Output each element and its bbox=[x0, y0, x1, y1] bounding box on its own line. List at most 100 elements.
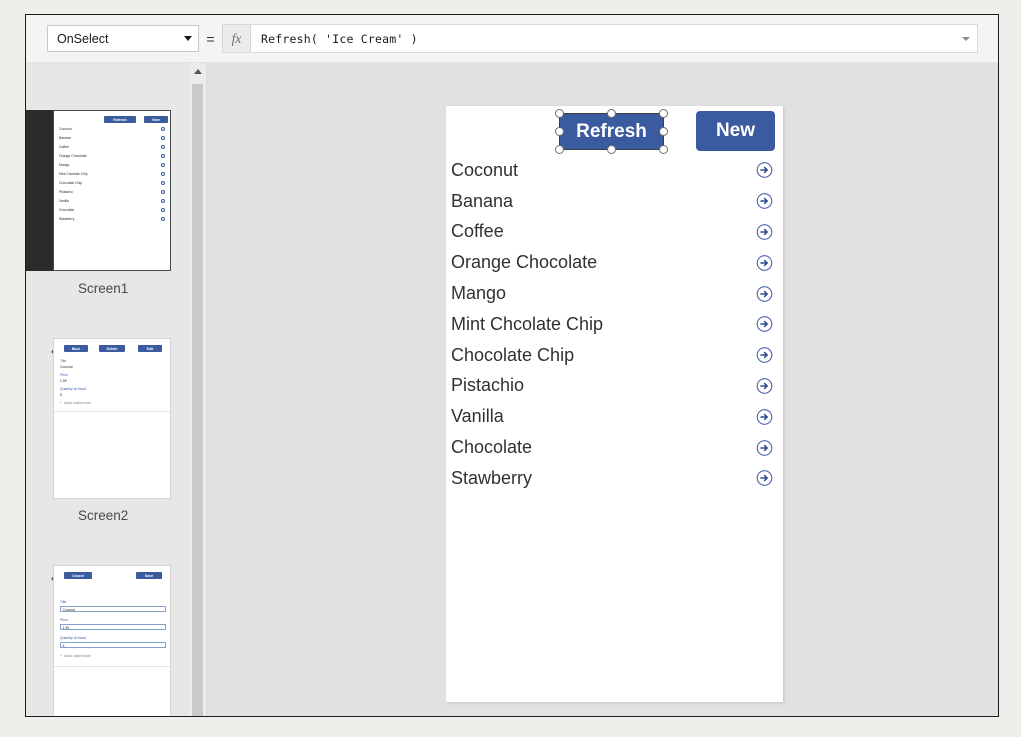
gallery-item-label: Coconut bbox=[451, 159, 519, 180]
mini-arrow-icon bbox=[161, 172, 165, 176]
mini-back-button: Back bbox=[64, 345, 88, 352]
gallery-item-label: Coffee bbox=[451, 221, 504, 242]
scroll-up-button[interactable] bbox=[189, 63, 206, 80]
equals-label: = bbox=[206, 30, 215, 47]
formula-bar: OnSelect = fx Refresh( 'Ice Cream' ) bbox=[26, 15, 998, 63]
resize-handle-bottom-left[interactable] bbox=[555, 145, 564, 154]
gallery-row[interactable]: Stawberry bbox=[446, 463, 783, 494]
mini-list-item: Coffee bbox=[59, 145, 69, 149]
resize-handle-middle-right[interactable] bbox=[659, 127, 668, 136]
mini-field-label: Price bbox=[60, 618, 68, 622]
circle-arrow-right-icon[interactable] bbox=[756, 408, 773, 425]
mini-list-item: Vanilla bbox=[59, 199, 69, 203]
gallery-item-label: Chocolate Chip bbox=[451, 344, 575, 365]
mini-arrow-icon bbox=[161, 199, 165, 203]
mini-arrow-icon bbox=[161, 217, 165, 221]
mini-list-item: Banana bbox=[59, 136, 71, 140]
circle-arrow-right-icon[interactable] bbox=[756, 377, 773, 394]
mini-new-button: New bbox=[144, 116, 168, 123]
mini-divider bbox=[54, 411, 170, 412]
formula-text: Refresh( 'Ice Cream' ) bbox=[261, 31, 418, 46]
gallery: Coconut Banana Coffee Orange Chocolate M… bbox=[446, 155, 783, 702]
property-select-value: OnSelect bbox=[57, 31, 109, 46]
mini-field-value: 1.99 bbox=[60, 379, 67, 383]
mini-arrow-icon bbox=[161, 208, 165, 212]
mini-arrow-icon bbox=[161, 190, 165, 194]
mini-list-item: Chocolate bbox=[59, 208, 75, 212]
mini-refresh-button: Refresh bbox=[104, 116, 136, 123]
mini-list-item: Pistachio bbox=[59, 190, 73, 194]
resize-handle-top-center[interactable] bbox=[607, 109, 616, 118]
mini-field-label: Title bbox=[60, 359, 67, 363]
gallery-item-label: Mint Chcolate Chip bbox=[451, 313, 604, 334]
power-apps-studio-window: OnSelect = fx Refresh( 'Ice Cream' ) •••… bbox=[25, 14, 999, 717]
app-canvas[interactable]: Refresh New Coconut Banana Coffee Orange… bbox=[446, 106, 783, 702]
mini-list-item: Mango bbox=[59, 163, 70, 167]
mini-list-item: Stawberry bbox=[59, 217, 75, 221]
resize-handle-top-left[interactable] bbox=[555, 109, 564, 118]
mini-list-item: Mint Chcolate Chip bbox=[59, 172, 88, 176]
canvas-area: Refresh New Coconut Banana Coffee Orange… bbox=[207, 63, 998, 716]
gallery-row[interactable]: Mango bbox=[446, 278, 783, 309]
circle-arrow-right-icon[interactable] bbox=[756, 285, 773, 302]
gallery-row[interactable]: Mint Chcolate Chip bbox=[446, 309, 783, 340]
screens-pane-scrollbar[interactable] bbox=[189, 63, 207, 716]
mini-list-item: Chocolate Chip bbox=[59, 181, 83, 185]
formula-input[interactable]: Refresh( 'Ice Cream' ) bbox=[251, 24, 978, 53]
mini-arrow-icon bbox=[161, 163, 165, 167]
resize-handle-bottom-center[interactable] bbox=[607, 145, 616, 154]
mini-plus-icon: + bbox=[60, 654, 62, 658]
gallery-row[interactable]: Chocolate bbox=[446, 432, 783, 463]
mini-arrow-icon bbox=[161, 127, 165, 131]
circle-arrow-right-icon[interactable] bbox=[756, 470, 773, 487]
mini-cancel-button: Cancel bbox=[64, 572, 92, 579]
chevron-up-icon bbox=[193, 69, 202, 74]
chevron-down-icon[interactable] bbox=[962, 36, 970, 41]
circle-arrow-right-icon[interactable] bbox=[756, 223, 773, 240]
screen-thumbnail-2-frame[interactable]: Back Delete Edit Title Coconut Price 1.9… bbox=[53, 338, 171, 499]
mini-field-label: Price bbox=[60, 373, 68, 377]
property-select[interactable]: OnSelect bbox=[47, 25, 199, 52]
mini-add-card-label: Add a custom card bbox=[64, 654, 91, 658]
fx-button[interactable]: fx bbox=[222, 24, 251, 53]
gallery-item-label: Mango bbox=[451, 283, 507, 304]
circle-arrow-right-icon[interactable] bbox=[756, 316, 773, 333]
mini-field-input: Coconut bbox=[60, 606, 166, 612]
circle-arrow-right-icon[interactable] bbox=[756, 439, 773, 456]
screen-thumbnail-2-preview: Back Delete Edit Title Coconut Price 1.9… bbox=[54, 339, 170, 498]
resize-handle-middle-left[interactable] bbox=[555, 127, 564, 136]
gallery-item-label: Orange Chocolate bbox=[451, 252, 598, 273]
circle-arrow-right-icon[interactable] bbox=[756, 347, 773, 364]
mini-plus-icon: + bbox=[60, 401, 62, 405]
screen-thumbnail-1-frame[interactable]: ••• Refresh New Coconut Banana Coffee Or… bbox=[26, 110, 171, 271]
screen-thumbnail-1-preview: Refresh New Coconut Banana Coffee Orange… bbox=[53, 110, 171, 271]
mini-delete-button: Delete bbox=[99, 345, 125, 352]
scrollbar-thumb[interactable] bbox=[192, 84, 203, 716]
gallery-row[interactable]: Orange Chocolate bbox=[446, 247, 783, 278]
mini-field-input: 1.99 bbox=[60, 624, 166, 630]
resize-handle-top-right[interactable] bbox=[659, 109, 668, 118]
screen-thumbnail-1-label: Screen1 bbox=[78, 281, 129, 296]
mini-list-item: Coconut bbox=[59, 127, 72, 131]
circle-arrow-right-icon[interactable] bbox=[756, 193, 773, 210]
mini-arrow-icon bbox=[161, 181, 165, 185]
chevron-down-icon bbox=[184, 36, 192, 41]
mini-save-button: Save bbox=[136, 572, 162, 579]
screen-thumbnail-3-frame[interactable]: Cancel Save Title Coconut Price 1.99 Qua… bbox=[53, 565, 171, 716]
gallery-row[interactable]: Coffee bbox=[446, 217, 783, 248]
mini-divider bbox=[54, 666, 170, 667]
mini-add-card-label: Add a custom card bbox=[64, 401, 91, 405]
new-button[interactable]: New bbox=[696, 111, 775, 151]
gallery-item-label: Chocolate bbox=[451, 437, 533, 458]
mini-list-item: Orange Chocolate bbox=[59, 154, 87, 158]
gallery-row[interactable]: Banana bbox=[446, 186, 783, 217]
gallery-row[interactable]: Vanilla bbox=[446, 401, 783, 432]
circle-arrow-right-icon[interactable] bbox=[756, 254, 773, 271]
resize-handle-bottom-right[interactable] bbox=[659, 145, 668, 154]
mini-field-label: Quantity on hand bbox=[60, 387, 86, 391]
gallery-row[interactable]: Coconut bbox=[446, 155, 783, 186]
circle-arrow-right-icon[interactable] bbox=[756, 162, 773, 179]
gallery-row[interactable]: Pistachio bbox=[446, 371, 783, 402]
gallery-row[interactable]: Chocolate Chip bbox=[446, 340, 783, 371]
mini-field-label: Title bbox=[60, 600, 67, 604]
